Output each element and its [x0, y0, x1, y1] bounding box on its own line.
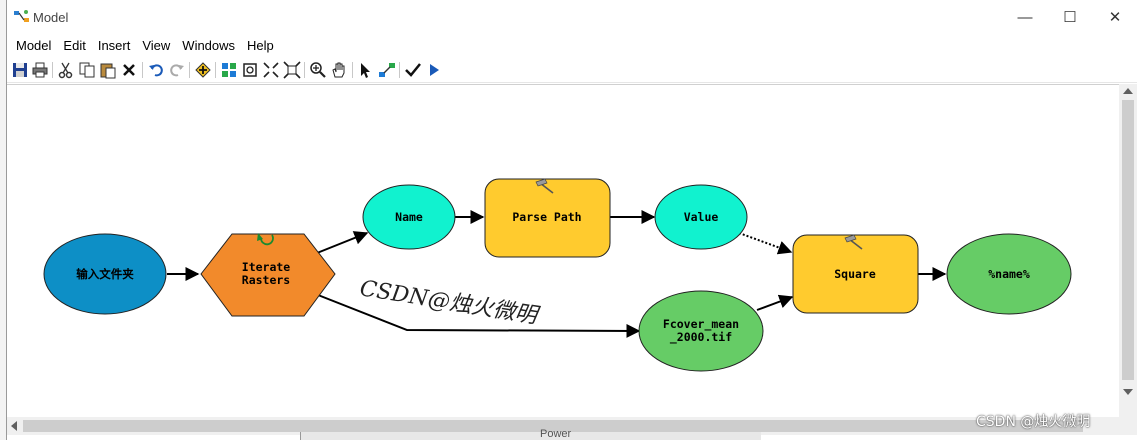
print-icon[interactable]: [31, 61, 49, 79]
connector-raster-to-square: [756, 294, 794, 311]
run-icon[interactable]: [425, 61, 443, 79]
model-window: Model — ☐ ✕ Model Edit Insert View Windo…: [6, 0, 1137, 440]
scroll-down-arrow-icon[interactable]: [1123, 389, 1133, 395]
toolbar-separator: [399, 62, 400, 78]
title-bar: Model — ☐ ✕: [7, 0, 1137, 34]
node-square-tool[interactable]: Square: [792, 234, 919, 314]
window-title: Model: [33, 10, 69, 25]
node-value-variable[interactable]: Value: [654, 184, 748, 250]
scrollbar-corner: [1120, 417, 1137, 435]
fixed-zoom-out-icon[interactable]: [283, 61, 301, 79]
connector-iterate-to-name: [316, 231, 369, 254]
menu-bar: Model Edit Insert View Windows Help: [7, 35, 1137, 57]
menu-insert[interactable]: Insert: [92, 35, 137, 57]
toolbar: [7, 58, 1137, 83]
node-iterate-line2: Rasters: [242, 273, 290, 287]
toolbar-separator: [189, 62, 190, 78]
node-raster-line2: _2000.tif: [670, 330, 732, 345]
menu-edit[interactable]: Edit: [57, 35, 91, 57]
background-window-strip: [300, 432, 761, 440]
node-name-label: Name: [395, 210, 423, 224]
node-parse-path-label: Parse Path: [512, 210, 581, 224]
redo-icon[interactable]: [168, 61, 186, 79]
toolbar-separator: [215, 62, 216, 78]
delete-icon[interactable]: [120, 61, 138, 79]
node-value-label: Value: [684, 210, 719, 224]
scroll-up-arrow-icon[interactable]: [1123, 88, 1133, 94]
menu-view[interactable]: View: [136, 35, 176, 57]
validate-icon[interactable]: [404, 61, 422, 79]
corner-watermark: CSDN @烛火微明: [976, 414, 1091, 430]
menu-help[interactable]: Help: [241, 35, 280, 57]
node-raster-data[interactable]: Fcover_mean _2000.tif: [638, 290, 764, 372]
copy-icon[interactable]: [78, 61, 96, 79]
toolbar-separator: [52, 62, 53, 78]
node-output-label: %name%: [988, 267, 1030, 281]
maximize-button[interactable]: ☐: [1050, 4, 1090, 30]
auto-layout-icon[interactable]: [220, 61, 238, 79]
undo-icon[interactable]: [147, 61, 165, 79]
node-input-folder[interactable]: 输入文件夹: [43, 233, 167, 315]
vertical-scroll-thumb[interactable]: [1122, 100, 1134, 380]
scroll-left-arrow-icon[interactable]: [11, 421, 17, 431]
node-input-folder-label: 输入文件夹: [76, 267, 134, 281]
select-icon[interactable]: [357, 61, 375, 79]
fixed-zoom-in-icon[interactable]: [262, 61, 280, 79]
minimize-button[interactable]: —: [1005, 4, 1045, 30]
node-iterate-rasters[interactable]: Iterate Rasters: [200, 233, 336, 317]
node-output-name[interactable]: %name%: [946, 233, 1072, 315]
close-button[interactable]: ✕: [1095, 4, 1135, 30]
full-extent-icon[interactable]: [241, 61, 259, 79]
modelbuilder-app-icon: [13, 9, 31, 25]
connector-value-to-square-precondition: [738, 232, 793, 255]
cut-icon[interactable]: [57, 61, 75, 79]
zoom-in-icon[interactable]: [309, 61, 327, 79]
toolbar-separator: [352, 62, 353, 78]
model-diagram: 输入文件夹 Iterate Rasters Name Parse Path Va…: [43, 178, 1072, 372]
save-icon[interactable]: [11, 61, 29, 79]
node-iterate-line1: Iterate: [242, 260, 291, 274]
node-parse-path-tool[interactable]: Parse Path: [484, 178, 611, 258]
node-square-label: Square: [834, 267, 876, 281]
vertical-scrollbar[interactable]: [1119, 84, 1137, 417]
node-name-variable[interactable]: Name: [362, 184, 456, 250]
pan-icon[interactable]: [330, 61, 348, 79]
connect-icon[interactable]: [378, 61, 396, 79]
add-data-icon[interactable]: [194, 61, 212, 79]
menu-model[interactable]: Model: [7, 35, 57, 57]
toolbar-separator: [304, 62, 305, 78]
menu-windows[interactable]: Windows: [176, 35, 241, 57]
toolbar-separator: [142, 62, 143, 78]
background-window-label: Power: [540, 428, 572, 440]
paste-icon[interactable]: [99, 61, 117, 79]
model-canvas[interactable]: 输入文件夹 Iterate Rasters Name Parse Path Va…: [7, 84, 1119, 418]
